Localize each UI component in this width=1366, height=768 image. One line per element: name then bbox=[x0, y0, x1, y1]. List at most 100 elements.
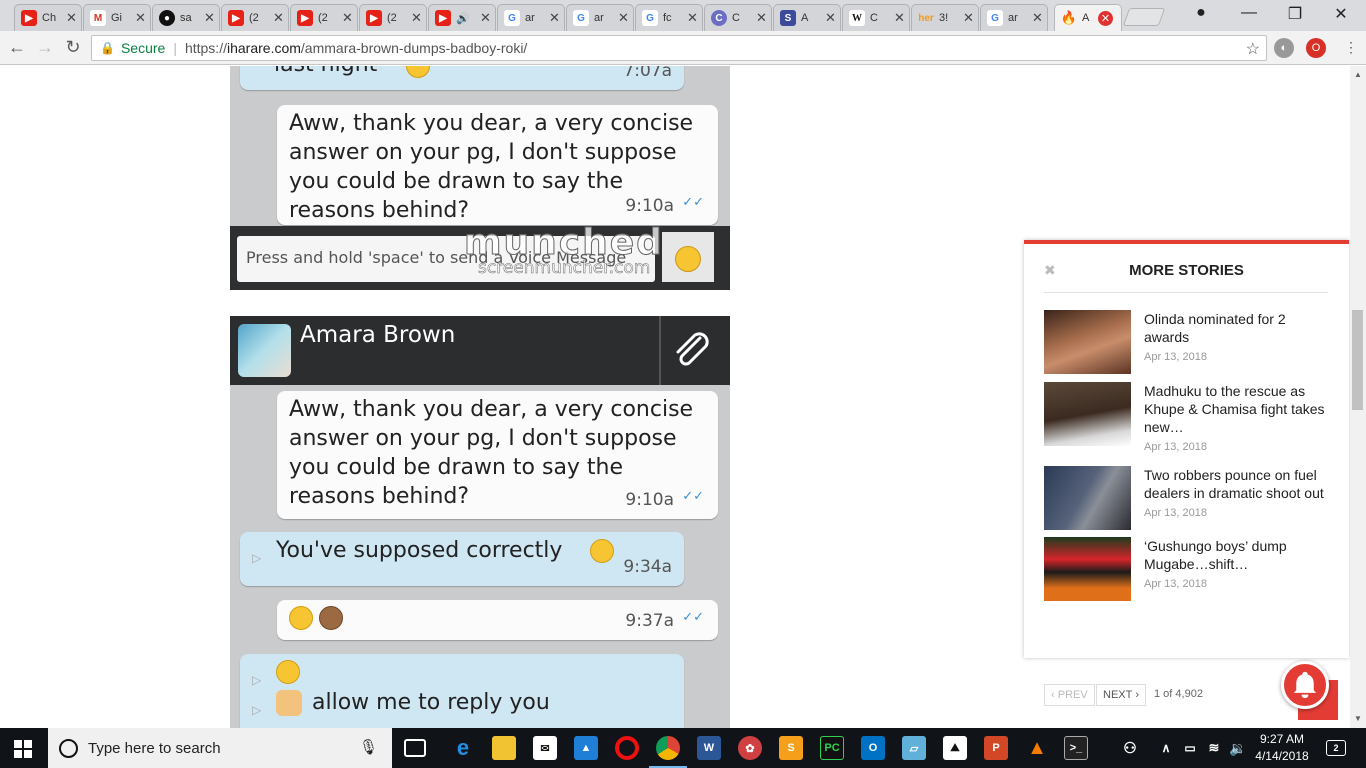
task-view-icon[interactable] bbox=[404, 739, 426, 757]
opera-extension-icon[interactable]: O bbox=[1306, 38, 1326, 58]
search-placeholder: Type here to search bbox=[88, 739, 221, 757]
volume-icon[interactable]: 🔉 bbox=[1226, 736, 1250, 760]
action-center-icon[interactable]: 2 bbox=[1326, 740, 1346, 756]
story-thumbnail[interactable] bbox=[1044, 537, 1131, 601]
close-icon[interactable]: ✕ bbox=[1032, 10, 1043, 26]
tab[interactable]: ▶ (2 ✕ bbox=[221, 4, 289, 31]
tab-title: Ch bbox=[42, 12, 57, 24]
terminal-icon[interactable]: >_ bbox=[1064, 736, 1088, 760]
outlook-icon[interactable]: O bbox=[861, 736, 885, 760]
more-stories-widget: ✖ MORE STORIES Olinda nominated for 2 aw… bbox=[1024, 240, 1349, 706]
tab[interactable]: ▶ Ch ✕ bbox=[14, 4, 82, 31]
tab[interactable]: ● sa ✕ bbox=[152, 4, 220, 31]
story-thumbnail[interactable] bbox=[1044, 382, 1131, 446]
message-time: 9:34a bbox=[623, 557, 672, 577]
tab[interactable]: Gfc ✕ bbox=[635, 4, 703, 31]
windows-start-icon[interactable] bbox=[14, 740, 32, 758]
file-explorer-icon[interactable] bbox=[492, 736, 516, 760]
menu-icon[interactable]: ⋮ bbox=[1340, 36, 1362, 58]
new-tab-button[interactable] bbox=[1122, 8, 1166, 26]
close-icon[interactable]: ✕ bbox=[342, 10, 353, 26]
app-icon[interactable]: ▱ bbox=[902, 736, 926, 760]
address-bar[interactable]: 🔒 Secure | https://iharare.com/ammara-br… bbox=[91, 35, 1267, 61]
story-title[interactable]: Olinda nominated for 2 awards bbox=[1144, 310, 1334, 346]
close-icon[interactable]: ✕ bbox=[273, 10, 284, 26]
story-thumbnail[interactable] bbox=[1044, 310, 1131, 374]
url-text[interactable]: https://iharare.com/ammara-brown-dumps-b… bbox=[185, 40, 527, 56]
tab[interactable]: ▶ (2 ✕ bbox=[359, 4, 427, 31]
restore-button[interactable]: ❐ bbox=[1280, 4, 1310, 24]
story-thumbnail[interactable] bbox=[1044, 466, 1131, 530]
close-icon[interactable]: ✕ bbox=[618, 10, 629, 26]
minimize-button[interactable]: — bbox=[1234, 4, 1264, 22]
close-icon[interactable]: ✕ bbox=[894, 10, 905, 26]
tab[interactable]: Gar ✕ bbox=[497, 4, 565, 31]
prev-label: PREV bbox=[1057, 689, 1088, 701]
close-icon[interactable]: ✕ bbox=[549, 10, 560, 26]
tab[interactable]: her 3! ✕ bbox=[911, 4, 979, 31]
cortana-icon bbox=[59, 739, 78, 758]
close-icon[interactable]: ✕ bbox=[1098, 10, 1113, 26]
tab[interactable]: ▶ 🔊 ✕ bbox=[428, 4, 496, 31]
notification-bell-button[interactable] bbox=[1281, 661, 1329, 709]
scrollbar-thumb[interactable] bbox=[1352, 310, 1363, 410]
close-icon[interactable]: ✕ bbox=[756, 10, 767, 26]
notification-count: 2 bbox=[1333, 743, 1339, 753]
page-scrollbar[interactable]: ▲ ▼ bbox=[1350, 66, 1366, 728]
extension-icon[interactable]: ◐ bbox=[1274, 38, 1294, 58]
tab[interactable]: Gar ✕ bbox=[980, 4, 1048, 31]
chrome-icon[interactable] bbox=[656, 736, 680, 760]
opera-icon[interactable] bbox=[615, 736, 639, 760]
word-icon[interactable]: W bbox=[697, 736, 721, 760]
powerpoint-icon[interactable]: P bbox=[984, 736, 1008, 760]
sublime-text-icon[interactable]: S bbox=[779, 736, 803, 760]
profile-icon[interactable]: ● bbox=[1186, 4, 1216, 22]
tab[interactable]: M Gi ✕ bbox=[83, 4, 151, 31]
taskbar-clock[interactable]: 9:27 AM 4/14/2018 bbox=[1252, 731, 1312, 765]
tab[interactable]: C C ✕ bbox=[704, 4, 772, 31]
youtube-icon: ▶ bbox=[366, 10, 382, 26]
pycharm-icon[interactable]: PC bbox=[820, 736, 844, 760]
edge-icon[interactable]: e bbox=[451, 735, 475, 760]
story-title[interactable]: ‘Gushungo boys’ dump Mugabe…shift… bbox=[1144, 537, 1334, 573]
close-icon[interactable]: ✕ bbox=[66, 10, 77, 26]
bookmark-star-icon[interactable]: ☆ bbox=[1246, 39, 1260, 59]
next-button[interactable]: NEXT › bbox=[1096, 684, 1147, 706]
chat-bubble: Aww, thank you dear, a very concise answ… bbox=[277, 105, 718, 225]
back-button[interactable]: ← bbox=[6, 36, 28, 58]
tab[interactable]: Gar ✕ bbox=[566, 4, 634, 31]
tray-arrow-icon[interactable]: ∧ bbox=[1154, 736, 1178, 760]
wifi-icon[interactable]: ≋ bbox=[1202, 736, 1226, 760]
close-icon[interactable]: ✕ bbox=[411, 10, 422, 26]
scroll-down-arrow[interactable]: ▼ bbox=[1354, 714, 1362, 723]
tab[interactable]: W C ✕ bbox=[842, 4, 910, 31]
microphone-icon[interactable]: 🎙 bbox=[359, 738, 378, 756]
close-icon[interactable]: ✕ bbox=[963, 10, 974, 26]
scroll-up-arrow[interactable]: ▲ bbox=[1354, 70, 1362, 79]
close-icon[interactable]: ✕ bbox=[480, 10, 491, 26]
close-icon[interactable]: ✕ bbox=[135, 10, 146, 26]
tab[interactable]: S A ✕ bbox=[773, 4, 841, 31]
close-icon[interactable]: ✕ bbox=[825, 10, 836, 26]
app-icon[interactable]: ✿ bbox=[738, 736, 762, 760]
prev-button[interactable]: ‹ PREV bbox=[1044, 684, 1095, 706]
story-title[interactable]: Madhuku to the rescue as Khupe & Chamisa… bbox=[1144, 382, 1334, 436]
photos-icon[interactable]: ⛰ bbox=[943, 736, 967, 760]
battery-icon[interactable]: ▭ bbox=[1178, 736, 1202, 760]
close-icon[interactable]: ✕ bbox=[204, 10, 215, 26]
mail-icon[interactable]: ✉ bbox=[533, 736, 557, 760]
tab-title: ar bbox=[594, 12, 604, 24]
tab-active[interactable]: 🔥 A ✕ bbox=[1054, 4, 1122, 31]
tab[interactable]: ▶ (2 ✕ bbox=[290, 4, 358, 31]
reload-button[interactable]: ↻ bbox=[62, 36, 84, 58]
forward-button[interactable]: → bbox=[34, 36, 56, 58]
close-icon[interactable]: ✕ bbox=[687, 10, 698, 26]
people-icon[interactable]: ⚇ bbox=[1118, 736, 1142, 760]
vlc-icon[interactable]: ▲ bbox=[1025, 736, 1049, 760]
app-shark-icon[interactable]: ▲ bbox=[574, 736, 598, 760]
page-content: last night 7:07a Aww, thank you dear, a … bbox=[0, 66, 1350, 728]
taskbar-search-box[interactable]: Type here to search 🎙 bbox=[48, 728, 392, 768]
message-arrow-icon: ▷ bbox=[252, 703, 262, 717]
story-title[interactable]: Two robbers pounce on fuel dealers in dr… bbox=[1144, 466, 1334, 502]
close-window-button[interactable]: ✕ bbox=[1326, 4, 1356, 24]
